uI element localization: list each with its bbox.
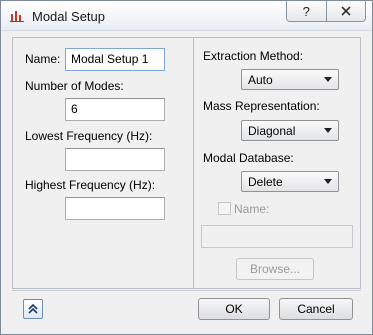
close-button[interactable] (325, 1, 365, 21)
footer-divider (12, 290, 361, 291)
window-title: Modal Setup (32, 9, 105, 24)
help-button[interactable]: ? (287, 1, 326, 21)
modal-database-label: Modal Database: (203, 151, 294, 165)
database-name-label: Name: (234, 202, 270, 216)
double-chevron-up-icon (28, 303, 38, 314)
collapse-button[interactable] (23, 299, 43, 319)
cancel-button[interactable]: Cancel (279, 298, 353, 320)
chevron-down-icon (324, 128, 332, 133)
ok-button[interactable]: OK (198, 298, 270, 320)
mass-representation-label: Mass Representation: (203, 99, 320, 113)
name-input[interactable]: Modal Setup 1 (65, 48, 165, 71)
title-buttons: ? (286, 1, 366, 22)
modes-label: Number of Modes: (25, 79, 124, 93)
lowest-frequency-input[interactable] (65, 148, 165, 171)
mass-representation-select[interactable]: Diagonal (241, 120, 339, 141)
modes-input[interactable]: 6 (65, 98, 165, 121)
chart-icon (10, 11, 24, 22)
extraction-method-label: Extraction Method: (203, 49, 304, 63)
close-icon (341, 6, 351, 16)
browse-button[interactable]: Browse... (236, 258, 314, 280)
modal-database-select[interactable]: Delete (241, 171, 339, 192)
help-icon: ? (302, 3, 310, 19)
modal-setup-dialog: Modal Setup ? Name: Modal Setup 1 Number… (0, 0, 373, 335)
lowest-frequency-label: Lowest Frequency (Hz): (25, 129, 153, 143)
extraction-method-select[interactable]: Auto (241, 69, 339, 90)
modal-database-value: Delete (248, 175, 283, 189)
extraction-method-value: Auto (248, 73, 273, 87)
title-bar[interactable]: Modal Setup ? (1, 1, 372, 31)
chevron-down-icon (324, 77, 332, 82)
database-name-checkbox[interactable] (218, 202, 231, 215)
name-label: Name: (25, 52, 61, 66)
chevron-down-icon (324, 179, 332, 184)
highest-frequency-label: Highest Frequency (Hz): (25, 178, 156, 192)
highest-frequency-input[interactable] (65, 197, 165, 220)
database-name-input[interactable] (201, 225, 353, 248)
mass-representation-value: Diagonal (248, 124, 296, 138)
